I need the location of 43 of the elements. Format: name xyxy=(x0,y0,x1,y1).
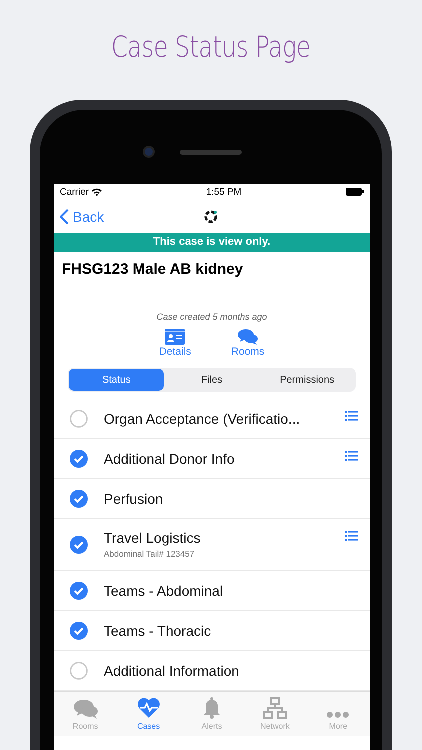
chevron-left-icon xyxy=(60,208,69,224)
status-label: Additional Donor Info xyxy=(104,450,235,466)
chat-bubbles-icon xyxy=(74,699,98,719)
speaker-grille xyxy=(180,150,242,155)
carrier-label: Carrier xyxy=(60,186,90,198)
details-button[interactable]: Details xyxy=(159,329,192,368)
tab-bar-item[interactable]: Cases xyxy=(117,692,180,736)
status-row[interactable]: Additional Donor Info xyxy=(54,439,370,479)
logo-icon xyxy=(204,210,218,224)
status-subtitle: Abdominal Tail# 123457 xyxy=(104,549,195,559)
segment-tab[interactable]: Permissions xyxy=(260,369,355,391)
page-headline: Case Status Page xyxy=(110,29,312,66)
status-label: Organ Acceptance (Verificatio... xyxy=(104,410,300,426)
list-icon[interactable] xyxy=(345,531,358,541)
status-label: Teams - Thoracic xyxy=(104,622,212,638)
wifi-icon xyxy=(92,188,102,196)
view-only-banner: This case is view only. xyxy=(54,233,370,252)
id-card-icon xyxy=(165,329,186,345)
status-row[interactable]: Perfusion xyxy=(54,479,370,519)
status-row[interactable]: Teams - Abdominal xyxy=(54,571,370,611)
status-row[interactable]: Teams - Thoracic xyxy=(54,611,370,651)
chat-bubbles-icon xyxy=(238,329,258,345)
status-row[interactable]: Organ Acceptance (Verificatio... xyxy=(54,399,370,439)
list-icon[interactable] xyxy=(345,411,358,421)
network-icon xyxy=(263,697,288,719)
rooms-button[interactable]: Rooms xyxy=(231,329,265,368)
segment-tab[interactable]: Status xyxy=(69,369,164,391)
status-label: Additional Information xyxy=(104,662,240,678)
segment-tab[interactable]: Files xyxy=(164,369,260,391)
more-icon xyxy=(326,711,350,719)
status-row[interactable]: Travel Logistics Abdominal Tail# 123457 xyxy=(54,519,370,571)
status-label: Travel Logistics xyxy=(104,530,201,546)
camera-icon xyxy=(143,146,155,158)
status-label: Teams - Abdominal xyxy=(104,582,224,598)
battery-icon xyxy=(346,188,364,196)
back-button[interactable]: Back xyxy=(60,208,104,224)
status-label: Perfusion xyxy=(104,490,164,506)
bell-icon xyxy=(202,697,222,719)
created-label: Case created 5 months ago xyxy=(156,312,268,324)
clock-label: 1:55 PM xyxy=(206,186,242,198)
list-icon[interactable] xyxy=(345,451,358,461)
heart-pulse-icon xyxy=(136,697,161,719)
case-title: FHSG123 Male AB kidney xyxy=(61,260,244,280)
